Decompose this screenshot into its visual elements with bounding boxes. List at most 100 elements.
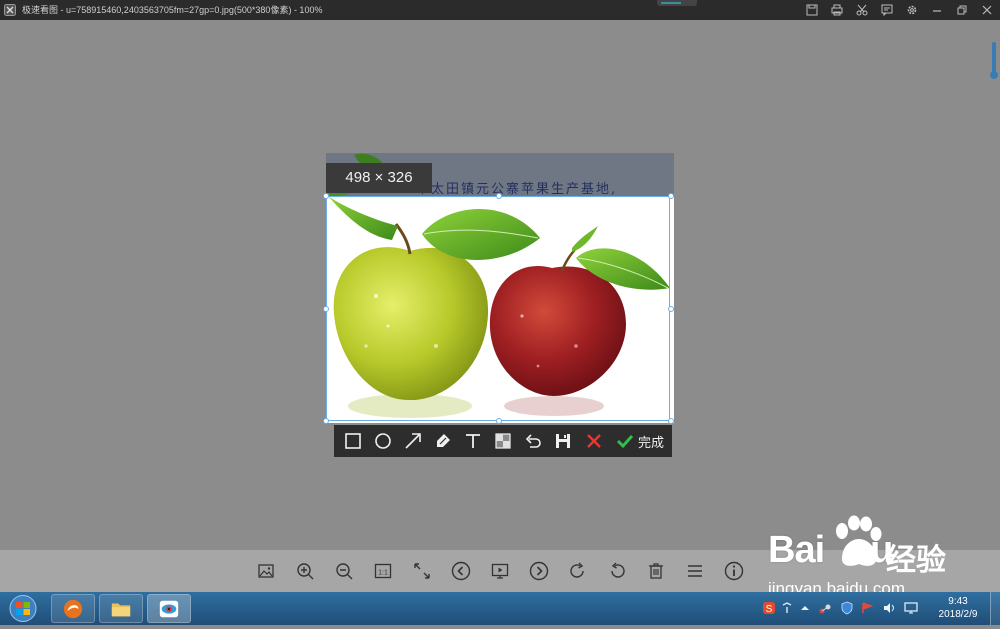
mini-tab[interactable] — [657, 0, 697, 6]
windows-start-icon — [9, 595, 37, 622]
selection-handle-top[interactable] — [496, 193, 502, 199]
done-label: 完成 — [637, 434, 664, 450]
brush-tool-button[interactable] — [429, 425, 457, 457]
sogou-input-icon[interactable]: S — [762, 601, 776, 615]
save-as-button[interactable] — [804, 2, 820, 18]
brush-icon — [437, 434, 450, 447]
edit-toolbar: 完成 — [334, 425, 672, 457]
taskbar-browser[interactable] — [51, 594, 95, 623]
volume-icon[interactable] — [882, 601, 896, 615]
previous-image-button[interactable] — [449, 559, 473, 583]
info-button[interactable] — [722, 559, 746, 583]
clock-time: 9:43 — [948, 596, 968, 607]
selection-handle-top-right[interactable] — [668, 193, 674, 199]
close-button[interactable] — [979, 2, 995, 18]
circle-tool-button[interactable] — [369, 425, 397, 457]
feedback-button[interactable] — [879, 2, 895, 18]
delete-button[interactable] — [644, 559, 668, 583]
selection-size-badge: 498 × 326 — [326, 163, 432, 193]
show-desktop-button[interactable] — [990, 592, 1000, 625]
baidu-paw-logo — [836, 515, 882, 566]
image-icon — [258, 564, 274, 578]
mosaic-icon — [495, 433, 511, 449]
selection-handle-bottom-left[interactable] — [323, 418, 329, 424]
undo-button[interactable] — [519, 425, 547, 457]
slideshow-icon — [491, 563, 509, 579]
close-icon — [982, 5, 992, 15]
baidu-jingyan-watermark: Bai u 经验 jingyan.baidu.com — [768, 515, 988, 600]
system-clock[interactable]: 9:43 2018/2/9 — [928, 595, 988, 621]
fit-window-button[interactable] — [410, 559, 434, 583]
rotate-left-icon — [611, 562, 625, 578]
rectangle-tool-button[interactable] — [339, 425, 367, 457]
next-image-button[interactable] — [527, 559, 551, 583]
zoom-in-button[interactable] — [293, 559, 317, 583]
confirm-icon — [616, 434, 634, 449]
watermark-jingyan-text: 经验 — [886, 544, 946, 577]
actual-size-button[interactable]: 1:1 — [371, 559, 395, 583]
browser-icon — [63, 599, 83, 618]
system-tray: S — [758, 592, 928, 625]
text-tool-button[interactable] — [459, 425, 487, 457]
zoom-out-icon — [336, 563, 353, 580]
selection-handle-left[interactable] — [323, 306, 329, 312]
rotate-left-button[interactable] — [605, 559, 629, 583]
undo-icon — [525, 434, 541, 448]
save-icon — [806, 4, 818, 16]
selection-handle-bottom[interactable] — [496, 418, 502, 424]
arrow-tool-button[interactable] — [399, 425, 427, 457]
rotate-right-icon — [570, 562, 584, 578]
taskbar: S 9:43 2018/2/9 — [0, 592, 1000, 625]
zoom-out-button[interactable] — [332, 559, 356, 583]
fit-window-icon — [414, 563, 430, 579]
selection-handle-top-left[interactable] — [323, 193, 329, 199]
cancel-edit-button[interactable] — [581, 425, 607, 457]
selection-box[interactable] — [326, 196, 670, 421]
scissors-icon — [856, 4, 868, 16]
alert-flag-icon[interactable] — [860, 601, 874, 615]
done-button[interactable]: 完成 — [611, 425, 669, 457]
show-hidden-icons-icon[interactable] — [798, 601, 812, 615]
input-settings-icon[interactable] — [780, 601, 794, 615]
minimize-icon — [933, 10, 941, 12]
taskbar-image-viewer[interactable] — [147, 594, 191, 623]
actual-size-icon: 1:1 — [374, 563, 392, 579]
gear-icon — [907, 5, 917, 15]
menu-button[interactable] — [683, 559, 707, 583]
crop-button[interactable] — [854, 2, 870, 18]
cancel-icon — [587, 434, 601, 448]
feedback-icon — [881, 4, 893, 16]
slideshow-button[interactable] — [488, 559, 512, 583]
text-icon — [466, 434, 480, 448]
mosaic-tool-button[interactable] — [489, 425, 517, 457]
next-icon — [529, 561, 549, 581]
photo-caption: 市太田镇元公寨苹果生产基地, — [416, 182, 618, 197]
clock-date: 2018/2/9 — [938, 609, 978, 620]
minimize-button[interactable] — [929, 2, 945, 18]
printer-icon — [831, 4, 843, 16]
network-tool-icon[interactable] — [818, 601, 832, 615]
rotate-right-button[interactable] — [566, 559, 590, 583]
save-edit-button[interactable] — [549, 425, 577, 457]
print-button[interactable] — [829, 2, 845, 18]
prev-icon — [451, 561, 471, 581]
selection-handle-bottom-right[interactable] — [668, 418, 674, 424]
selection-handle-right[interactable] — [668, 306, 674, 312]
network-monitor-icon[interactable] — [904, 601, 918, 615]
zoom-slider-handle[interactable] — [990, 71, 998, 79]
settings-button[interactable] — [904, 2, 920, 18]
circle-icon — [375, 433, 391, 449]
app-logo-icon — [4, 4, 16, 16]
start-button[interactable] — [4, 593, 42, 624]
info-icon — [724, 561, 744, 581]
arrow-icon — [405, 433, 421, 449]
restore-icon — [957, 5, 967, 15]
window-title: 极速看图 - u=758915460,2403563705fm=27gp=0.j… — [22, 5, 323, 15]
zoom-in-icon — [297, 563, 314, 580]
security-shield-icon[interactable] — [840, 601, 854, 615]
menu-icon — [688, 565, 702, 577]
restore-button[interactable] — [954, 2, 970, 18]
image-viewer-app-icon — [159, 600, 179, 617]
open-image-button[interactable] — [254, 559, 278, 583]
taskbar-file-explorer[interactable] — [99, 594, 143, 623]
